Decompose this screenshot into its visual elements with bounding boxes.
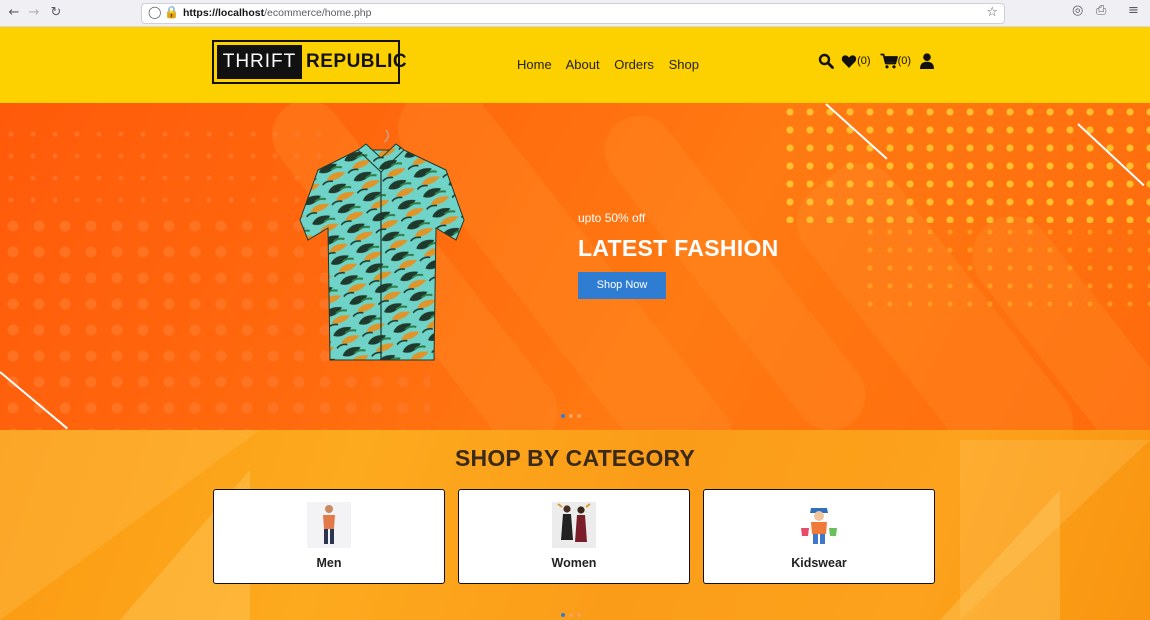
- bg-facet: [940, 490, 1060, 620]
- back-icon[interactable]: ←: [4, 3, 24, 23]
- category-card-women[interactable]: Women: [458, 489, 690, 584]
- shop-now-button[interactable]: Shop Now: [578, 272, 666, 299]
- nav-shop[interactable]: Shop: [669, 57, 699, 72]
- category-label-women: Women: [551, 556, 597, 570]
- logo-text-republic: REPUBLIC: [306, 51, 408, 72]
- slide-indicator-2[interactable]: [569, 613, 573, 617]
- hero-headline: LATEST FASHION: [578, 235, 779, 261]
- nav-home[interactable]: Home: [517, 57, 552, 72]
- user-icon[interactable]: [920, 53, 935, 69]
- cart-count[interactable]: (0): [898, 55, 911, 67]
- heart-icon[interactable]: [841, 54, 857, 69]
- menu-icon[interactable]: ≡: [1128, 3, 1139, 18]
- category-card-men[interactable]: Men: [213, 489, 445, 584]
- header-actions: (0) (0): [818, 53, 935, 75]
- browser-toolbar: ← → ↻ ◯ 🔒 https://localhost/ecommerce/ho…: [0, 0, 1150, 27]
- hero-dot-pattern: [780, 103, 1150, 223]
- nav-orders[interactable]: Orders: [614, 57, 654, 72]
- hero-dot-pattern: [860, 223, 1150, 313]
- forward-icon[interactable]: →: [24, 3, 44, 23]
- kid-figure-icon: [797, 502, 841, 548]
- slide-indicator-3[interactable]: [577, 414, 581, 418]
- search-icon[interactable]: [818, 53, 834, 69]
- lock-icon[interactable]: 🔒: [164, 5, 179, 19]
- slide-indicator-1[interactable]: [561, 613, 565, 617]
- hero-slide-indicators: [561, 403, 585, 422]
- logo-text-thrift: THRIFT: [217, 45, 302, 79]
- hero-slider: upto 50% off LATEST FASHION Shop Now: [0, 103, 1150, 430]
- category-card-kidswear[interactable]: Kidswear: [703, 489, 935, 584]
- main-nav: Home About Orders Shop: [517, 57, 710, 72]
- cart-icon[interactable]: [880, 53, 898, 69]
- bookmark-star-icon[interactable]: ☆: [986, 5, 998, 20]
- address-bar[interactable]: ◯ 🔒 https://localhost/ecommerce/home.php…: [141, 3, 1005, 24]
- wishlist-count[interactable]: (0): [857, 55, 870, 67]
- man-figure-icon: [307, 502, 351, 548]
- url-text[interactable]: https://localhost/ecommerce/home.php: [183, 7, 371, 19]
- women-figures-icon: [552, 502, 596, 548]
- slide-indicator-2[interactable]: [569, 414, 573, 418]
- category-label-men: Men: [316, 556, 342, 570]
- site-header: THRIFT REPUBLIC Home About Orders Shop (…: [0, 27, 1150, 103]
- pocket-icon[interactable]: ◎: [1072, 3, 1083, 18]
- nav-about[interactable]: About: [566, 57, 600, 72]
- brand-logo[interactable]: THRIFT REPUBLIC: [212, 40, 407, 84]
- category-label-kidswear: Kidswear: [791, 556, 847, 570]
- category-title: SHOP BY CATEGORY: [454, 445, 696, 471]
- reload-icon[interactable]: ↻: [46, 3, 66, 23]
- slide-indicator-3[interactable]: [577, 613, 581, 617]
- promo-text: upto 50% off: [578, 211, 646, 225]
- category-section: SHOP BY CATEGORY Men Women Kidswear: [0, 430, 1150, 620]
- shield-icon[interactable]: ◯: [148, 5, 161, 19]
- category-slide-indicators: [561, 602, 585, 620]
- extensions-icon[interactable]: ⎙: [1096, 3, 1106, 18]
- shirt-product-image: [299, 129, 465, 361]
- slide-indicator-1[interactable]: [561, 414, 565, 418]
- hero-dot-pattern: [0, 123, 330, 213]
